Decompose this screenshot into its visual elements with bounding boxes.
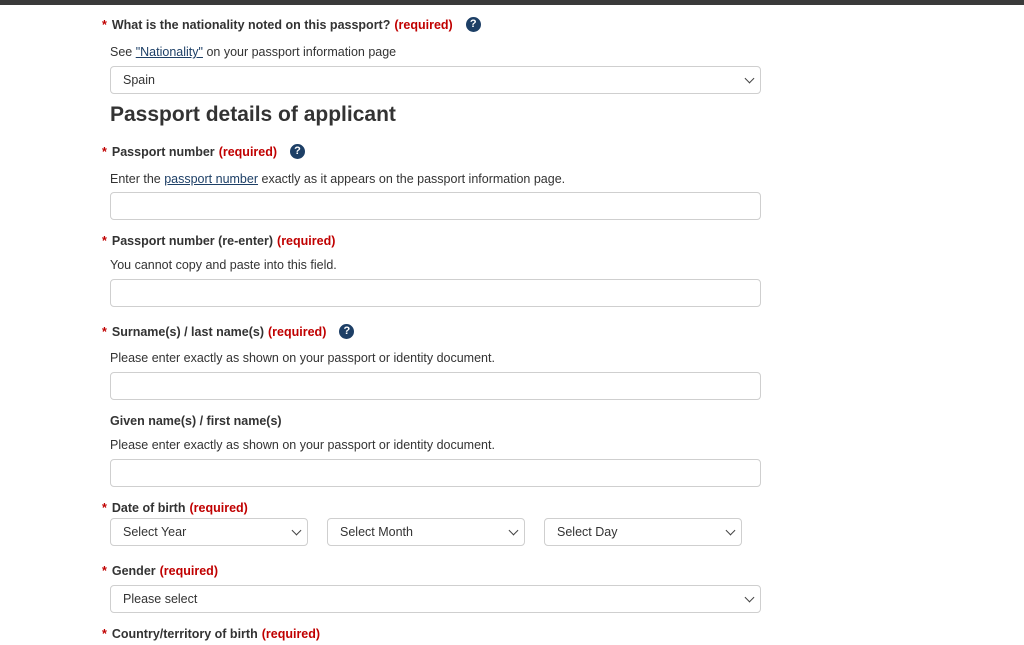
dob-year-select[interactable]: Select Year <box>110 518 308 546</box>
nationality-select[interactable]: Spain <box>110 66 761 94</box>
required-star: * <box>102 564 107 578</box>
nationality-hint: See "Nationality" on your passport infor… <box>110 45 396 59</box>
chevron-down-icon <box>744 592 755 603</box>
nationality-selected-value: Spain <box>123 73 155 87</box>
nationality-hint-suffix: on your passport information page <box>202 45 397 59</box>
required-text: (required) <box>277 234 336 248</box>
gender-label: * Gender (required) <box>102 564 218 578</box>
chevron-down-icon <box>744 73 755 84</box>
required-text: (required) <box>189 501 248 515</box>
passport-form: * What is the nationality noted on this … <box>0 0 1024 645</box>
nationality-label-text: What is the nationality noted on this pa… <box>111 17 391 32</box>
dob-year-value: Select Year <box>123 525 187 539</box>
passport-number-input[interactable] <box>110 192 761 220</box>
nationality-hint-prefix: See <box>110 45 136 59</box>
passport-number-hint-suffix: exactly as it appears on the passport in… <box>258 172 566 186</box>
surname-label-text: Surname(s) / last name(s) <box>111 324 265 339</box>
country-of-birth-label-text: Country/territory of birth <box>111 627 258 641</box>
required-star: * <box>102 17 107 32</box>
surname-input[interactable] <box>110 372 761 400</box>
country-of-birth-label: * Country/territory of birth (required) <box>102 627 320 641</box>
passport-number-hint: Enter the passport number exactly as it … <box>110 172 565 186</box>
surname-label: * Surname(s) / last name(s) (required) ? <box>102 324 355 339</box>
given-name-label: Given name(s) / first name(s) <box>110 414 282 428</box>
gender-selected-value: Please select <box>123 592 198 606</box>
passport-reenter-label: * Passport number (re-enter) (required) <box>102 234 335 248</box>
passport-reenter-input[interactable] <box>110 279 761 307</box>
surname-hint: Please enter exactly as shown on your pa… <box>110 351 495 365</box>
required-text: (required) <box>218 144 278 159</box>
question-circle-icon[interactable]: ? <box>339 324 355 339</box>
given-name-hint: Please enter exactly as shown on your pa… <box>110 438 495 452</box>
chevron-down-icon <box>508 525 519 536</box>
required-star: * <box>102 627 107 641</box>
given-name-input[interactable] <box>110 459 761 487</box>
dob-day-select[interactable]: Select Day <box>544 518 742 546</box>
required-star: * <box>102 324 107 339</box>
required-star: * <box>102 144 107 159</box>
required-star: * <box>102 501 107 515</box>
question-circle-icon[interactable]: ? <box>290 144 306 159</box>
passport-reenter-label-text: Passport number (re-enter) <box>111 234 274 248</box>
nationality-label: * What is the nationality noted on this … <box>102 17 481 32</box>
dob-label: * Date of birth (required) <box>102 501 248 515</box>
dob-month-select[interactable]: Select Month <box>327 518 525 546</box>
given-name-label-text: Given name(s) / first name(s) <box>110 414 282 428</box>
nationality-link[interactable]: "Nationality" <box>136 45 203 59</box>
question-circle-icon[interactable]: ? <box>465 17 481 32</box>
passport-number-label: * Passport number (required) ? <box>102 144 306 159</box>
gender-select[interactable]: Please select <box>110 585 761 613</box>
passport-number-link[interactable]: passport number <box>164 172 258 186</box>
chevron-down-icon <box>725 525 736 536</box>
required-text: (required) <box>394 17 453 32</box>
dob-day-value: Select Day <box>557 525 618 539</box>
passport-number-hint-prefix: Enter the <box>110 172 165 186</box>
section-title: Passport details of applicant <box>110 103 396 126</box>
dob-month-value: Select Month <box>340 525 413 539</box>
required-star: * <box>102 234 107 248</box>
chevron-down-icon <box>291 525 302 536</box>
required-text: (required) <box>268 324 327 339</box>
dob-label-text: Date of birth <box>111 501 186 515</box>
gender-label-text: Gender <box>111 564 156 578</box>
passport-reenter-hint: You cannot copy and paste into this fiel… <box>110 258 337 272</box>
passport-number-label-text: Passport number <box>111 144 215 159</box>
required-text: (required) <box>159 564 218 578</box>
required-text: (required) <box>261 627 321 641</box>
